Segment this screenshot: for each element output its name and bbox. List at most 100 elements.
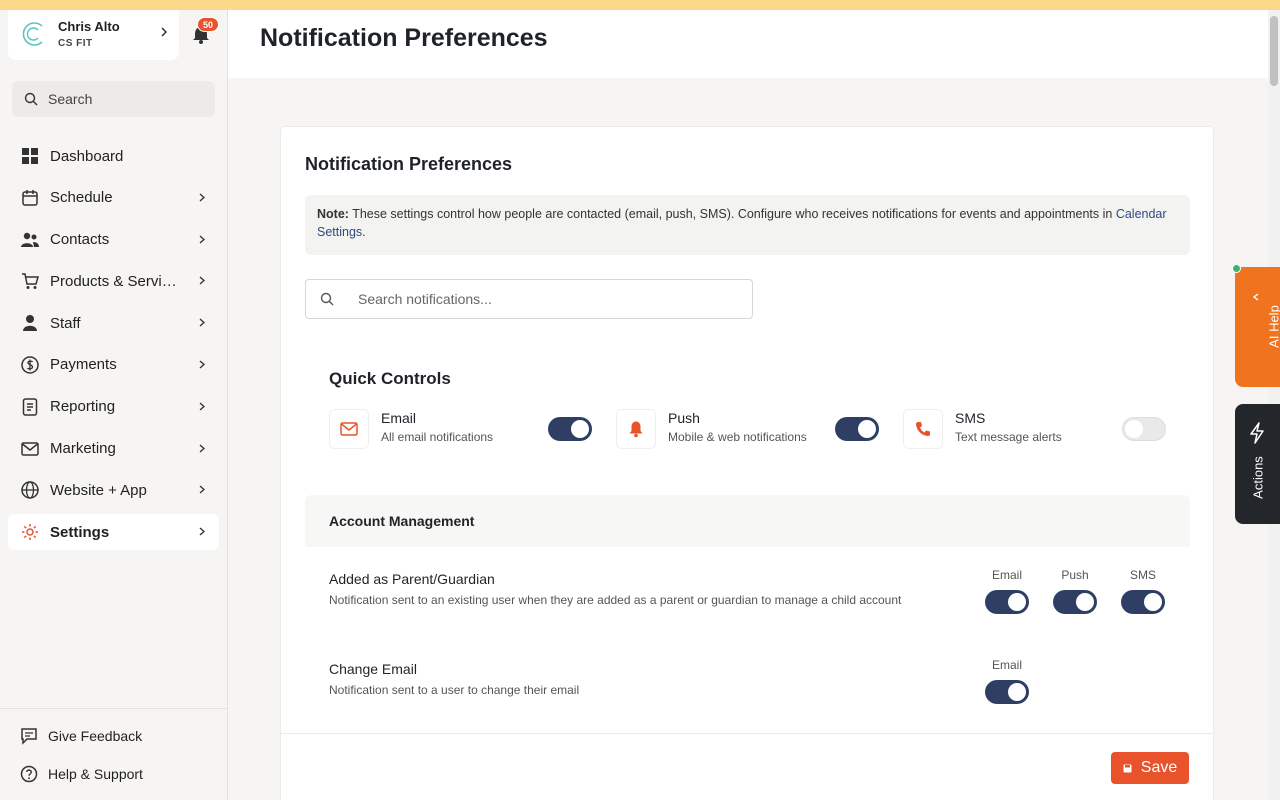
sidebar-item-settings[interactable]: Settings: [8, 514, 219, 551]
sidebar: Chris Alto CS FIT 50 Search Dashboard Sc…: [0, 10, 228, 800]
sidebar-item-marketing[interactable]: Marketing: [8, 431, 219, 467]
sidebar-item-payments[interactable]: Payments: [8, 347, 219, 383]
account-switcher[interactable]: Chris Alto CS FIT: [8, 10, 179, 60]
email-master-toggle[interactable]: [548, 417, 592, 441]
sidebar-item-label: Payments: [50, 356, 117, 374]
actions-tab[interactable]: Actions: [1235, 404, 1280, 524]
help-icon: [20, 765, 38, 783]
chevron-right-icon: [199, 444, 205, 453]
bell-icon: [616, 409, 656, 449]
channel-email: Email: [985, 658, 1029, 709]
section-title: Account Management: [329, 513, 475, 529]
quick-control-title: SMS: [955, 410, 986, 426]
sidebar-item-label: Contacts: [50, 231, 110, 249]
notification-title: Added as Parent/Guardian: [329, 571, 495, 587]
section-header-account-management: Account Management: [305, 495, 1190, 547]
sidebar-item-label: Marketing: [50, 440, 116, 458]
give-feedback-link[interactable]: Give Feedback: [0, 717, 228, 755]
calendar-icon: [20, 188, 40, 208]
push-master-toggle[interactable]: [835, 417, 879, 441]
notification-search-input[interactable]: Search notifications...: [305, 279, 753, 319]
dashboard-icon: [20, 146, 40, 166]
quick-control-subtitle: Text message alerts: [955, 430, 1062, 444]
sidebar-search[interactable]: Search: [12, 81, 215, 117]
sidebar-item-products-services[interactable]: Products & Services: [8, 263, 219, 299]
parent-guardian-email-toggle[interactable]: [985, 590, 1029, 614]
channel-label: Email: [991, 658, 1022, 672]
page-title: Notification Preferences: [260, 24, 548, 52]
notification-title: Change Email: [329, 661, 417, 677]
save-icon: [1123, 764, 1132, 772]
parent-guardian-push-toggle[interactable]: [1053, 590, 1097, 614]
chevron-right-icon: [199, 360, 205, 369]
chevron-right-icon: [199, 402, 205, 411]
notification-description: Notification sent to an existing user wh…: [329, 593, 902, 607]
change-email-email-toggle[interactable]: [985, 680, 1029, 704]
give-feedback-label: Give Feedback: [48, 728, 143, 744]
phone-icon: [903, 409, 943, 449]
main-content: Notification Preferences Notification Pr…: [228, 10, 1268, 800]
report-icon: [20, 397, 40, 417]
parent-guardian-sms-toggle[interactable]: [1121, 590, 1165, 614]
sidebar-item-label: Website + App: [50, 481, 147, 499]
chevron-right-icon: [199, 193, 205, 202]
feedback-icon: [21, 728, 37, 745]
sidebar-item-dashboard[interactable]: Dashboard: [8, 138, 219, 174]
sidebar-nav: Dashboard Schedule Contacts Products & S…: [8, 138, 219, 556]
channel-label: Email: [991, 568, 1022, 582]
contacts-icon: [20, 230, 40, 250]
top-banner: [0, 0, 1280, 10]
note-text: These settings control how people are co…: [348, 207, 1116, 221]
sidebar-search-placeholder: Search: [48, 91, 93, 107]
chevron-left-icon: [1252, 293, 1259, 301]
notification-count-badge: 50: [197, 17, 219, 32]
sidebar-item-reporting[interactable]: Reporting: [8, 389, 219, 425]
channel-label: SMS: [1129, 568, 1156, 582]
settings-note: Note: These settings control how people …: [305, 195, 1190, 255]
quick-controls-title: Quick Controls: [329, 369, 451, 388]
card-title: Notification Preferences: [305, 154, 513, 174]
channel-push: Push: [1053, 568, 1097, 619]
lightning-icon: [1250, 422, 1264, 444]
save-label: Save: [1140, 759, 1178, 776]
quick-control-push: Push Mobile & web notifications: [616, 409, 879, 449]
mail-icon: [329, 409, 369, 449]
page-header: Notification Preferences: [228, 10, 1268, 78]
quick-control-subtitle: Mobile & web notifications: [668, 430, 807, 444]
scrollbar-thumb[interactable]: [1270, 16, 1278, 86]
note-suffix: .: [362, 225, 366, 239]
sms-master-toggle[interactable]: [1122, 417, 1166, 441]
channel-sms: SMS: [1121, 568, 1165, 619]
card-footer: Save: [281, 733, 1213, 800]
channel-email: Email: [985, 568, 1029, 619]
quick-control-subtitle: All email notifications: [381, 430, 494, 444]
save-button[interactable]: Save: [1111, 752, 1189, 784]
sidebar-item-staff[interactable]: Staff: [8, 305, 219, 341]
gear-icon: [20, 522, 40, 542]
note-prefix: Note:: [317, 207, 349, 221]
ai-help-tab[interactable]: AI Help: [1232, 264, 1280, 387]
preferences-card: Notification Preferences Note: These set…: [280, 126, 1214, 800]
search-icon: [320, 292, 334, 306]
chevron-right-icon: [161, 27, 168, 37]
account-org: CS FIT: [58, 38, 93, 49]
sidebar-item-label: Staff: [50, 314, 81, 332]
actions-label: Actions: [1250, 456, 1266, 499]
ai-help-label: AI Help: [1266, 305, 1280, 348]
sidebar-item-contacts[interactable]: Contacts: [8, 222, 219, 258]
channel-label: Push: [1061, 568, 1089, 582]
chevron-right-icon: [199, 485, 205, 494]
chevron-right-icon: [199, 318, 205, 327]
help-support-link[interactable]: Help & Support: [0, 755, 228, 793]
search-icon: [24, 92, 38, 106]
sidebar-item-label: Schedule: [50, 189, 113, 207]
sidebar-footer: Give Feedback Help & Support: [0, 708, 228, 793]
quick-control-title: Push: [668, 410, 700, 426]
sidebar-item-website-app[interactable]: Website + App: [8, 472, 219, 508]
chevron-right-icon: [199, 276, 205, 285]
quick-control-title: Email: [381, 410, 417, 426]
chevron-right-icon: [199, 235, 205, 244]
sidebar-item-schedule[interactable]: Schedule: [8, 180, 219, 216]
sidebar-item-label: Settings: [50, 523, 110, 541]
online-status-dot: [1232, 264, 1241, 273]
